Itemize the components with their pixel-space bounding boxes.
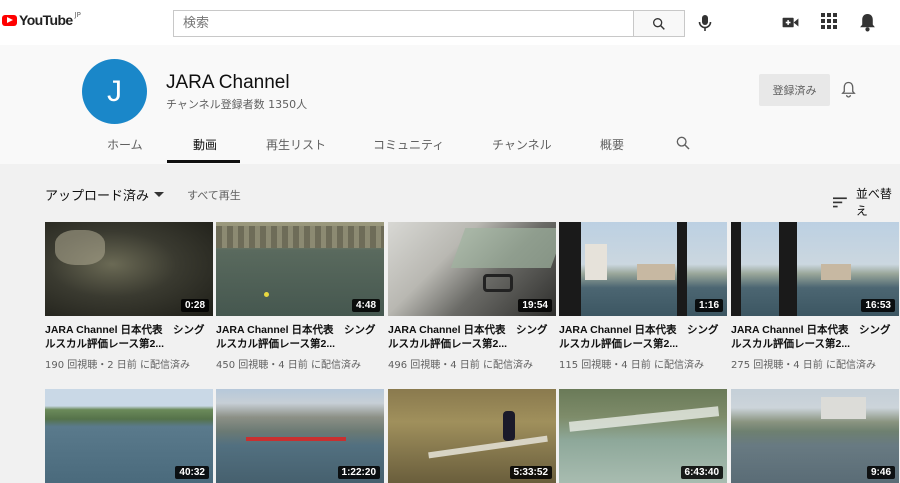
video-thumbnail[interactable]: 16:53	[731, 222, 899, 316]
channel-notification-button[interactable]	[841, 81, 856, 102]
search-icon	[676, 136, 690, 150]
video-duration: 5:33:52	[509, 466, 552, 479]
avatar-letter: J	[107, 74, 122, 108]
video-meta: 190 回視聴・2 日前 に配信済み	[45, 360, 190, 371]
video-meta: 496 回視聴・4 日前 に配信済み	[388, 360, 533, 371]
video-duration: 9:46	[866, 466, 895, 479]
channel-header: J JARA Channel チャンネル登録者数 1350人 登録済み ホーム …	[0, 45, 900, 164]
sort-label: 並べ替え	[855, 187, 892, 218]
subscriber-count: チャンネル登録者数 1350人	[166, 98, 308, 111]
video-card[interactable]: 1:16 JARA Channel 日本代表 シングルスカル評価レース第2...…	[559, 222, 729, 371]
logo-region: JP	[74, 11, 81, 19]
video-duration: 0:28	[180, 299, 209, 312]
video-thumbnail[interactable]: 1:16	[559, 222, 727, 316]
channel-search-button[interactable]	[675, 135, 691, 155]
apps-grid-icon	[821, 13, 837, 29]
youtube-play-icon	[2, 14, 17, 26]
video-card[interactable]: 16:53 JARA Channel 日本代表 シングルスカル評価レース第2..…	[731, 222, 900, 371]
video-title[interactable]: JARA Channel 日本代表 シングルスカル評価レース第2...	[559, 323, 727, 351]
video-duration: 40:32	[175, 466, 209, 479]
notifications-bell-icon	[860, 14, 875, 32]
filter-bar: アップロード済み すべて再生 並べ替え	[0, 164, 900, 219]
video-meta: 115 回視聴・4 日前 に配信済み	[559, 360, 704, 371]
video-card[interactable]: 4:48 JARA Channel 日本代表 シングルスカル評価レース第2...…	[216, 222, 386, 371]
video-thumbnail[interactable]: 6:43:40	[559, 389, 727, 483]
subscribed-button[interactable]: 登録済み	[759, 74, 830, 106]
logo-text: YouTube	[19, 12, 73, 28]
video-title[interactable]: JARA Channel 日本代表 シングルスカル評価レース第2...	[388, 323, 556, 351]
search-input[interactable]	[173, 10, 633, 37]
video-title[interactable]: JARA Channel 日本代表 シングルスカル評価レース第2...	[216, 323, 384, 351]
masthead: YouTube JP	[0, 0, 900, 45]
video-duration: 4:48	[351, 299, 380, 312]
video-thumbnail[interactable]: 19:54	[388, 222, 556, 316]
notifications-button[interactable]	[859, 13, 876, 36]
video-title[interactable]: JARA Channel 日本代表 シングルスカル評価レース第2...	[731, 323, 899, 351]
video-thumbnail[interactable]: 9:46	[731, 389, 899, 483]
video-card[interactable]: 9:46	[731, 389, 900, 483]
voice-search-button[interactable]	[697, 14, 713, 36]
sort-button[interactable]: 並べ替え	[833, 185, 900, 219]
tab-playlists[interactable]: 再生リスト	[266, 136, 326, 153]
uploads-dropdown[interactable]: アップロード済み	[45, 185, 165, 204]
search-icon	[653, 17, 665, 30]
tab-community[interactable]: コミュニティ	[373, 136, 444, 153]
mic-icon	[698, 15, 712, 31]
video-card[interactable]: 1:22:20	[216, 389, 386, 483]
video-duration: 19:54	[518, 299, 552, 312]
apps-button[interactable]	[821, 13, 837, 33]
channel-tabs: ホーム 動画 再生リスト コミュニティ チャンネル 概要	[0, 132, 900, 164]
youtube-logo[interactable]: YouTube JP	[2, 11, 81, 28]
uploads-label: アップロード済み	[45, 189, 150, 204]
video-duration: 1:22:20	[337, 466, 380, 479]
video-duration: 16:53	[861, 299, 895, 312]
video-card[interactable]: 5:33:52	[388, 389, 558, 483]
video-card[interactable]: 0:28 JARA Channel 日本代表 シングルスカル評価レース第2...…	[45, 222, 215, 371]
channel-avatar[interactable]: J	[82, 59, 147, 124]
video-thumbnail[interactable]: 0:28	[45, 222, 213, 316]
search-bar	[173, 10, 685, 37]
search-button[interactable]	[633, 10, 685, 37]
create-button[interactable]	[781, 13, 800, 36]
play-all-button[interactable]: すべて再生	[187, 187, 241, 203]
video-duration: 6:43:40	[680, 466, 723, 479]
video-title[interactable]: JARA Channel 日本代表 シングルスカル評価レース第2...	[45, 323, 213, 351]
active-tab-indicator	[167, 160, 240, 163]
tab-videos[interactable]: 動画	[193, 136, 217, 153]
caret-down-icon	[154, 191, 165, 197]
sort-icon	[833, 196, 847, 207]
channel-name: JARA Channel	[166, 72, 290, 93]
video-thumbnail[interactable]: 4:48	[216, 222, 384, 316]
video-card[interactable]: 6:43:40	[559, 389, 729, 483]
video-thumbnail[interactable]: 40:32	[45, 389, 213, 483]
video-thumbnail[interactable]: 1:22:20	[216, 389, 384, 483]
video-card[interactable]: 19:54 JARA Channel 日本代表 シングルスカル評価レース第2..…	[388, 222, 558, 371]
video-thumbnail[interactable]: 5:33:52	[388, 389, 556, 483]
video-meta: 275 回視聴・4 日前 に配信済み	[731, 360, 876, 371]
tab-home[interactable]: ホーム	[107, 136, 143, 153]
tab-channels[interactable]: チャンネル	[492, 136, 552, 153]
video-meta: 450 回視聴・4 日前 に配信済み	[216, 360, 361, 371]
video-card[interactable]: 40:32	[45, 389, 215, 483]
video-duration: 1:16	[694, 299, 723, 312]
create-video-icon	[782, 17, 799, 28]
tab-about[interactable]: 概要	[600, 136, 624, 153]
bell-outline-icon	[841, 81, 856, 98]
